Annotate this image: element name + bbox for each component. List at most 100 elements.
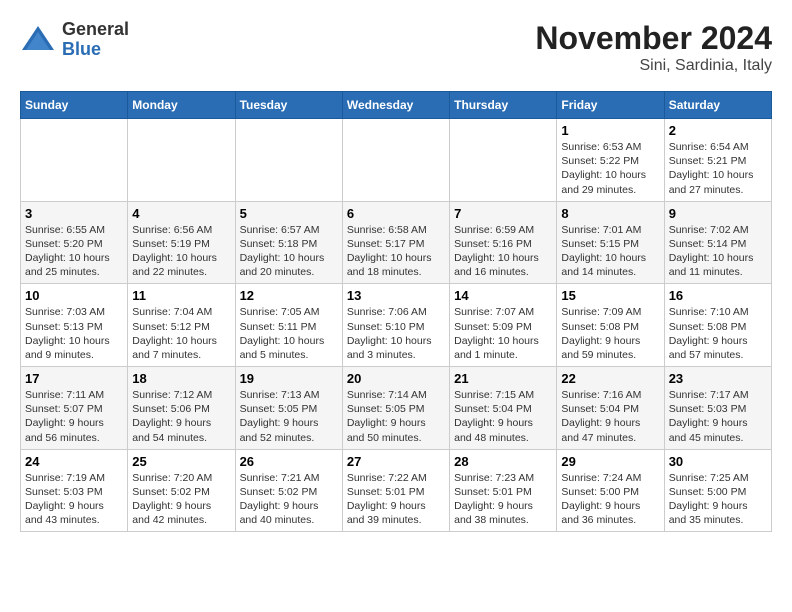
day-number: 7	[454, 206, 552, 221]
calendar-cell: 21 Sunrise: 7:15 AM Sunset: 5:04 PM Dayli…	[450, 367, 557, 450]
calendar-title: November 2024	[535, 20, 772, 57]
calendar-cell: 1 Sunrise: 6:53 AM Sunset: 5:22 PM Daylig…	[557, 119, 664, 202]
day-info: Sunrise: 7:09 AM Sunset: 5:08 PM Dayligh…	[561, 305, 659, 362]
day-number: 5	[240, 206, 338, 221]
day-number: 26	[240, 454, 338, 469]
day-info: Sunrise: 7:12 AM Sunset: 5:06 PM Dayligh…	[132, 388, 230, 445]
calendar-cell	[342, 119, 449, 202]
calendar-cell: 6Sunrise: 6:58 AM Sunset: 5:17 PM Daylig…	[342, 201, 449, 284]
calendar-cell: 30Sunrise: 7:25 AM Sunset: 5:00 PM Dayli…	[664, 449, 771, 532]
day-number: 28	[454, 454, 552, 469]
title-block: November 2024 Sini, Sardinia, Italy	[535, 20, 772, 75]
day-info: Sunrise: 6:56 AM Sunset: 5:19 PM Dayligh…	[132, 223, 230, 280]
day-number: 9	[669, 206, 767, 221]
day-info: Sunrise: 7:03 AM Sunset: 5:13 PM Dayligh…	[25, 305, 123, 362]
day-info: Sunrise: 7:14 AM Sunset: 5:05 PM Dayligh…	[347, 388, 445, 445]
calendar-cell: 11Sunrise: 7:04 AM Sunset: 5:12 PM Dayli…	[128, 284, 235, 367]
calendar-cell: 13 Sunrise: 7:06 AM Sunset: 5:10 PM Dayli…	[342, 284, 449, 367]
day-info: Sunrise: 7:25 AM Sunset: 5:00 PM Dayligh…	[669, 471, 767, 528]
calendar-cell: 26 Sunrise: 7:21 AM Sunset: 5:02 PM Dayli…	[235, 449, 342, 532]
calendar-cell: 18 Sunrise: 7:12 AM Sunset: 5:06 PM Dayli…	[128, 367, 235, 450]
day-info: Sunrise: 6:54 AM Sunset: 5:21 PM Dayligh…	[669, 140, 767, 197]
day-number: 6	[347, 206, 445, 221]
day-info: Sunrise: 7:10 AM Sunset: 5:08 PM Dayligh…	[669, 305, 767, 362]
day-info: Sunrise: 7:22 AM Sunset: 5:01 PM Dayligh…	[347, 471, 445, 528]
weekday-header-row: SundayMondayTuesdayWednesdayThursdayFrid…	[21, 92, 772, 119]
day-info: Sunrise: 7:15 AM Sunset: 5:04 PM Dayligh…	[454, 388, 552, 445]
day-number: 21	[454, 371, 552, 386]
calendar-cell: 19 Sunrise: 7:13 AM Sunset: 5:05 PM Dayli…	[235, 367, 342, 450]
calendar-cell: 25 Sunrise: 7:20 AM Sunset: 5:02 PM Dayli…	[128, 449, 235, 532]
day-info: Sunrise: 7:16 AM Sunset: 5:04 PM Dayligh…	[561, 388, 659, 445]
day-info: Sunrise: 7:01 AM Sunset: 5:15 PM Dayligh…	[561, 223, 659, 280]
calendar-week-4: 17 Sunrise: 7:11 AM Sunset: 5:07 PM Dayli…	[21, 367, 772, 450]
day-number: 3	[25, 206, 123, 221]
day-number: 12	[240, 288, 338, 303]
day-number: 19	[240, 371, 338, 386]
weekday-header-tuesday: Tuesday	[235, 92, 342, 119]
calendar-cell: 10 Sunrise: 7:03 AM Sunset: 5:13 PM Dayli…	[21, 284, 128, 367]
logo-icon	[20, 22, 56, 58]
weekday-header-saturday: Saturday	[664, 92, 771, 119]
day-info: Sunrise: 6:53 AM Sunset: 5:22 PM Dayligh…	[561, 140, 659, 197]
day-number: 18	[132, 371, 230, 386]
calendar-cell	[21, 119, 128, 202]
day-number: 13	[347, 288, 445, 303]
day-info: Sunrise: 7:24 AM Sunset: 5:00 PM Dayligh…	[561, 471, 659, 528]
day-number: 29	[561, 454, 659, 469]
day-number: 22	[561, 371, 659, 386]
day-number: 8	[561, 206, 659, 221]
day-number: 1	[561, 123, 659, 138]
calendar-cell: 22 Sunrise: 7:16 AM Sunset: 5:04 PM Dayli…	[557, 367, 664, 450]
day-number: 24	[25, 454, 123, 469]
calendar-cell: 27Sunrise: 7:22 AM Sunset: 5:01 PM Dayli…	[342, 449, 449, 532]
day-number: 25	[132, 454, 230, 469]
day-number: 23	[669, 371, 767, 386]
day-info: Sunrise: 7:13 AM Sunset: 5:05 PM Dayligh…	[240, 388, 338, 445]
calendar-cell: 24Sunrise: 7:19 AM Sunset: 5:03 PM Dayli…	[21, 449, 128, 532]
calendar-cell: 12 Sunrise: 7:05 AM Sunset: 5:11 PM Dayli…	[235, 284, 342, 367]
day-info: Sunrise: 7:23 AM Sunset: 5:01 PM Dayligh…	[454, 471, 552, 528]
calendar-header: SundayMondayTuesdayWednesdayThursdayFrid…	[21, 92, 772, 119]
day-info: Sunrise: 7:02 AM Sunset: 5:14 PM Dayligh…	[669, 223, 767, 280]
day-info: Sunrise: 7:07 AM Sunset: 5:09 PM Dayligh…	[454, 305, 552, 362]
day-info: Sunrise: 7:05 AM Sunset: 5:11 PM Dayligh…	[240, 305, 338, 362]
day-info: Sunrise: 7:11 AM Sunset: 5:07 PM Dayligh…	[25, 388, 123, 445]
logo-general: General	[62, 20, 129, 40]
day-number: 11	[132, 288, 230, 303]
page-header: General Blue November 2024 Sini, Sardini…	[20, 20, 772, 75]
day-info: Sunrise: 6:59 AM Sunset: 5:16 PM Dayligh…	[454, 223, 552, 280]
day-info: Sunrise: 6:55 AM Sunset: 5:20 PM Dayligh…	[25, 223, 123, 280]
logo-text: General Blue	[62, 20, 129, 60]
calendar-cell: 16 Sunrise: 7:10 AM Sunset: 5:08 PM Dayli…	[664, 284, 771, 367]
calendar-cell: 2Sunrise: 6:54 AM Sunset: 5:21 PM Daylig…	[664, 119, 771, 202]
calendar-week-1: 1 Sunrise: 6:53 AM Sunset: 5:22 PM Daylig…	[21, 119, 772, 202]
day-info: Sunrise: 7:17 AM Sunset: 5:03 PM Dayligh…	[669, 388, 767, 445]
calendar-cell	[450, 119, 557, 202]
calendar-week-2: 3 Sunrise: 6:55 AM Sunset: 5:20 PM Daylig…	[21, 201, 772, 284]
calendar-cell: 9 Sunrise: 7:02 AM Sunset: 5:14 PM Daylig…	[664, 201, 771, 284]
weekday-header-thursday: Thursday	[450, 92, 557, 119]
day-info: Sunrise: 7:06 AM Sunset: 5:10 PM Dayligh…	[347, 305, 445, 362]
day-info: Sunrise: 7:20 AM Sunset: 5:02 PM Dayligh…	[132, 471, 230, 528]
calendar-cell: 29 Sunrise: 7:24 AM Sunset: 5:00 PM Dayli…	[557, 449, 664, 532]
day-number: 10	[25, 288, 123, 303]
calendar-cell: 7 Sunrise: 6:59 AM Sunset: 5:16 PM Daylig…	[450, 201, 557, 284]
calendar-cell: 8 Sunrise: 7:01 AM Sunset: 5:15 PM Daylig…	[557, 201, 664, 284]
day-number: 4	[132, 206, 230, 221]
weekday-header-friday: Friday	[557, 92, 664, 119]
calendar-cell: 14Sunrise: 7:07 AM Sunset: 5:09 PM Dayli…	[450, 284, 557, 367]
calendar-cell	[235, 119, 342, 202]
calendar-cell: 23 Sunrise: 7:17 AM Sunset: 5:03 PM Dayli…	[664, 367, 771, 450]
calendar-cell: 15Sunrise: 7:09 AM Sunset: 5:08 PM Dayli…	[557, 284, 664, 367]
day-info: Sunrise: 6:57 AM Sunset: 5:18 PM Dayligh…	[240, 223, 338, 280]
calendar-cell: 17 Sunrise: 7:11 AM Sunset: 5:07 PM Dayli…	[21, 367, 128, 450]
weekday-header-monday: Monday	[128, 92, 235, 119]
day-number: 16	[669, 288, 767, 303]
day-number: 17	[25, 371, 123, 386]
calendar-week-5: 24Sunrise: 7:19 AM Sunset: 5:03 PM Dayli…	[21, 449, 772, 532]
day-info: Sunrise: 7:21 AM Sunset: 5:02 PM Dayligh…	[240, 471, 338, 528]
calendar-table: SundayMondayTuesdayWednesdayThursdayFrid…	[20, 91, 772, 532]
logo: General Blue	[20, 20, 129, 60]
calendar-cell: 5 Sunrise: 6:57 AM Sunset: 5:18 PM Daylig…	[235, 201, 342, 284]
